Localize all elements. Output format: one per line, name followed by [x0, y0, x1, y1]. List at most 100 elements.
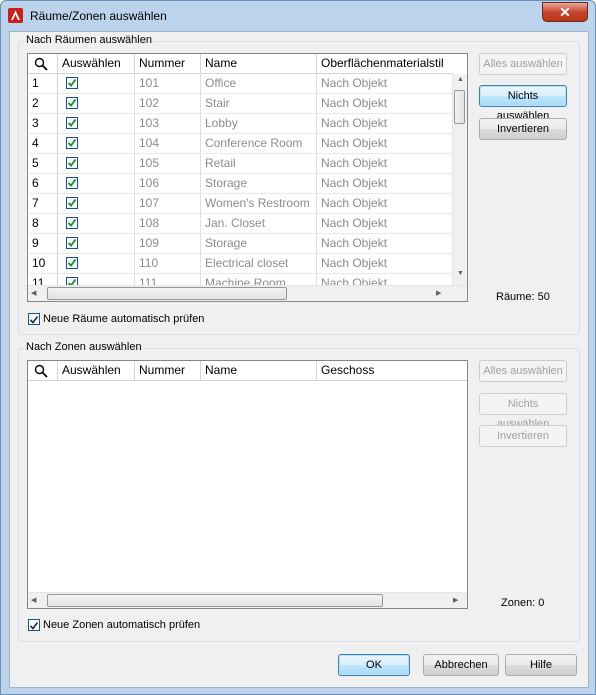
name-cell[interactable]: Women's Restroom: [201, 194, 317, 214]
style-cell[interactable]: Nach Objekt: [317, 174, 453, 194]
help-button[interactable]: Hilfe: [505, 654, 577, 676]
name-cell[interactable]: Storage: [201, 234, 317, 254]
rooms-invert-button[interactable]: Invertieren: [479, 118, 567, 140]
table-row[interactable]: 3 103 Lobby Nach Objekt: [28, 114, 453, 134]
table-row[interactable]: 9 109 Storage Nach Objekt: [28, 234, 453, 254]
number-cell[interactable]: 101: [135, 74, 201, 94]
style-cell[interactable]: Nach Objekt: [317, 194, 453, 214]
select-cell[interactable]: [58, 254, 135, 274]
style-cell[interactable]: Nach Objekt: [317, 154, 453, 174]
column-header-name[interactable]: Name: [201, 54, 317, 74]
select-cell[interactable]: [58, 114, 135, 134]
scroll-left-arrow-icon[interactable]: ◀: [31, 289, 36, 297]
checkmark-icon: [67, 238, 77, 247]
name-cell[interactable]: Storage: [201, 174, 317, 194]
table-row[interactable]: 7 107 Women's Restroom Nach Objekt: [28, 194, 453, 214]
number-cell[interactable]: 107: [135, 194, 201, 214]
row-checkbox[interactable]: [66, 157, 78, 169]
name-cell[interactable]: Retail: [201, 154, 317, 174]
zones-select-none-button[interactable]: Nichts auswählen: [479, 393, 567, 430]
zones-select-all-button[interactable]: Alles auswählen: [479, 360, 567, 382]
row-checkbox[interactable]: [66, 257, 78, 269]
scroll-up-arrow-icon[interactable]: ▲: [453, 76, 467, 83]
checkmark-icon: [67, 158, 77, 167]
zones-invert-button[interactable]: Invertieren: [479, 425, 567, 447]
scroll-right-arrow-icon[interactable]: ▶: [453, 596, 458, 604]
number-cell[interactable]: 102: [135, 94, 201, 114]
search-column-header[interactable]: [28, 361, 58, 381]
select-cell[interactable]: [58, 234, 135, 254]
name-cell[interactable]: Jan. Closet: [201, 214, 317, 234]
rooms-horizontal-scrollbar[interactable]: ◀ ▶: [28, 285, 467, 301]
select-cell[interactable]: [58, 174, 135, 194]
name-cell[interactable]: Electrical closet: [201, 254, 317, 274]
column-header-nummer[interactable]: Nummer: [135, 54, 201, 74]
number-cell[interactable]: 109: [135, 234, 201, 254]
number-cell[interactable]: 105: [135, 154, 201, 174]
rooms-select-none-button[interactable]: Nichts auswählen: [479, 85, 567, 122]
column-header-oberflaechenmaterialstil[interactable]: Oberflächenmaterialstil: [317, 54, 453, 74]
scroll-right-arrow-icon[interactable]: ▶: [436, 289, 441, 297]
row-checkbox[interactable]: [66, 97, 78, 109]
search-column-header[interactable]: [28, 54, 58, 74]
style-cell[interactable]: Nach Objekt: [317, 74, 453, 94]
style-cell[interactable]: Nach Objekt: [317, 234, 453, 254]
rooms-select-all-button[interactable]: Alles auswählen: [479, 53, 567, 75]
column-header-geschoss[interactable]: Geschoss: [317, 361, 467, 381]
name-cell[interactable]: Conference Room: [201, 134, 317, 154]
cancel-button[interactable]: Abbrechen: [423, 654, 499, 676]
select-cell[interactable]: [58, 74, 135, 94]
row-checkbox[interactable]: [66, 197, 78, 209]
number-cell[interactable]: 103: [135, 114, 201, 134]
number-cell[interactable]: 106: [135, 174, 201, 194]
style-cell[interactable]: Nach Objekt: [317, 94, 453, 114]
number-cell[interactable]: 108: [135, 214, 201, 234]
table-row[interactable]: 4 104 Conference Room Nach Objekt: [28, 134, 453, 154]
select-cell[interactable]: [58, 214, 135, 234]
row-checkbox[interactable]: [66, 177, 78, 189]
scroll-left-arrow-icon[interactable]: ◀: [31, 596, 36, 604]
ok-button[interactable]: OK: [338, 654, 410, 676]
zones-auto-check-checkbox[interactable]: [28, 619, 40, 631]
select-cell[interactable]: [58, 194, 135, 214]
row-checkbox[interactable]: [66, 77, 78, 89]
zones-horizontal-scrollbar[interactable]: ◀ ▶: [28, 592, 467, 608]
column-header-nummer[interactable]: Nummer: [135, 361, 201, 381]
select-cell[interactable]: [58, 94, 135, 114]
rooms-vertical-scroll-thumb[interactable]: [454, 90, 465, 124]
row-checkbox[interactable]: [66, 117, 78, 129]
name-cell[interactable]: Lobby: [201, 114, 317, 134]
number-cell[interactable]: 104: [135, 134, 201, 154]
title-bar[interactable]: Räume/Zonen auswählen ✕: [1, 1, 595, 31]
close-button[interactable]: ✕: [542, 2, 588, 22]
scroll-down-arrow-icon[interactable]: ▼: [453, 270, 467, 277]
style-cell[interactable]: Nach Objekt: [317, 214, 453, 234]
checkmark-icon: [67, 98, 77, 107]
column-header-name[interactable]: Name: [201, 361, 317, 381]
column-header-auswaehlen[interactable]: Auswählen: [58, 54, 135, 74]
style-cell[interactable]: Nach Objekt: [317, 114, 453, 134]
name-cell[interactable]: Stair: [201, 94, 317, 114]
row-checkbox[interactable]: [66, 137, 78, 149]
number-cell[interactable]: 110: [135, 254, 201, 274]
name-cell[interactable]: Office: [201, 74, 317, 94]
select-cell[interactable]: [58, 134, 135, 154]
column-header-auswaehlen[interactable]: Auswählen: [58, 361, 135, 381]
table-row[interactable]: 10 110 Electrical closet Nach Objekt: [28, 254, 453, 274]
row-checkbox[interactable]: [66, 217, 78, 229]
table-row[interactable]: 2 102 Stair Nach Objekt: [28, 94, 453, 114]
style-cell[interactable]: Nach Objekt: [317, 254, 453, 274]
rooms-vertical-scrollbar[interactable]: ▲ ▼: [452, 74, 467, 285]
rooms-auto-check-checkbox[interactable]: [28, 313, 40, 325]
zones-horizontal-scroll-thumb[interactable]: [47, 594, 383, 607]
zones-auto-check-label[interactable]: Neue Zonen automatisch prüfen: [43, 619, 200, 631]
style-cell[interactable]: Nach Objekt: [317, 134, 453, 154]
table-row[interactable]: 5 105 Retail Nach Objekt: [28, 154, 453, 174]
rooms-auto-check-label[interactable]: Neue Räume automatisch prüfen: [43, 313, 204, 325]
select-cell[interactable]: [58, 154, 135, 174]
row-checkbox[interactable]: [66, 237, 78, 249]
rooms-horizontal-scroll-thumb[interactable]: [47, 287, 287, 300]
table-row[interactable]: 1 101 Office Nach Objekt: [28, 74, 453, 94]
table-row[interactable]: 8 108 Jan. Closet Nach Objekt: [28, 214, 453, 234]
table-row[interactable]: 6 106 Storage Nach Objekt: [28, 174, 453, 194]
